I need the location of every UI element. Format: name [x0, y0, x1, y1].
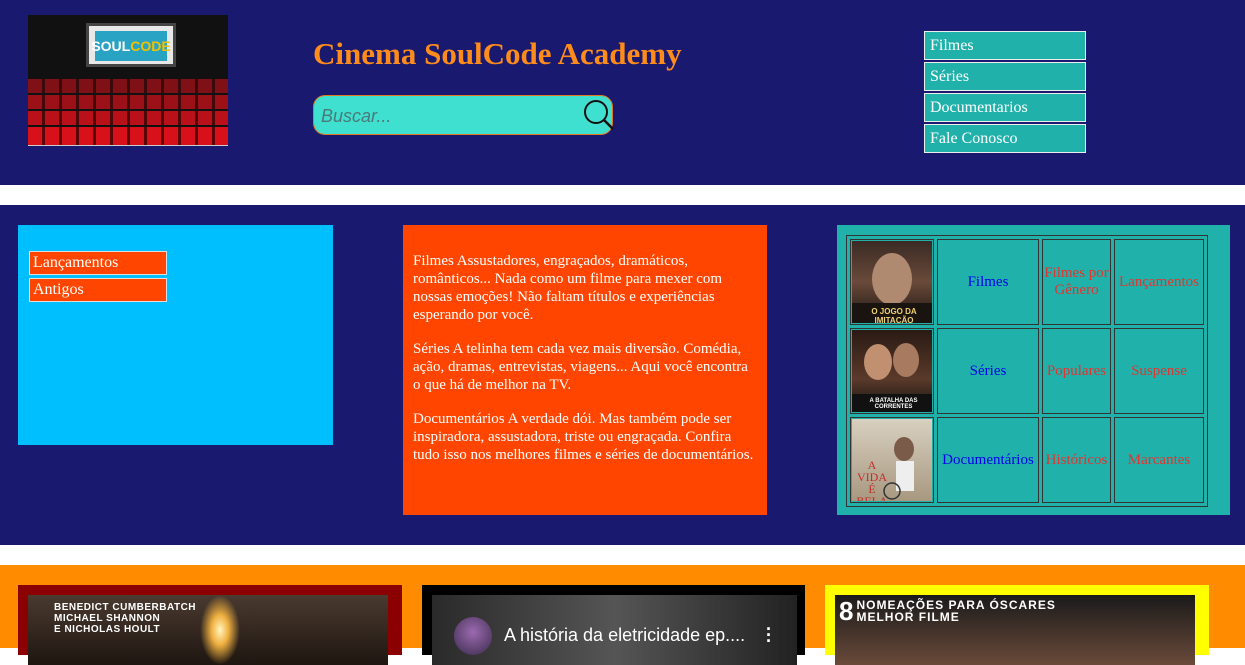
table-cell-category[interactable]: Filmes: [937, 239, 1039, 325]
search-input[interactable]: [319, 103, 573, 129]
nav-fale-conosco[interactable]: Fale Conosco: [924, 124, 1086, 153]
table-cell-subcategory[interactable]: Lançamentos: [1114, 239, 1204, 325]
table-cell-genre[interactable]: Filmes por Gênero: [1042, 239, 1111, 325]
table-cell-poster: A VIDA É BELA: [850, 417, 934, 503]
logo-text-code: CODE: [130, 38, 171, 54]
more-options-icon[interactable]: · · ·: [766, 620, 772, 650]
featured-section: BENEDICT CUMBERBATCH MICHAEL SHANNON E N…: [0, 565, 1245, 665]
logo-screen: SOUL CODE: [86, 23, 176, 67]
table-cell-poster: O JOGO DA IMITAÇÃO: [850, 239, 934, 325]
poster-title: O JOGO DA IMITAÇÃO: [871, 307, 917, 323]
table-cell-subcategory[interactable]: Suspense: [1114, 328, 1204, 414]
paragraph-series: Séries A telinha tem cada vez mais diver…: [413, 341, 748, 393]
nav-filmes[interactable]: Filmes: [924, 31, 1086, 60]
sidebar-links: Lançamentos Antigos: [29, 251, 167, 305]
paragraph-filmes: Filmes Assustadores, engraçados, dramáti…: [413, 253, 723, 323]
oscar-badge: 8 NOMEAÇÕES PARA ÓSCARES MELHOR FILME: [839, 596, 1056, 626]
featured-card-video: A história da eletricidade ep.... · · ·: [422, 585, 805, 665]
badge-text: NOMEAÇÕES PARA ÓSCARES MELHOR FILME: [856, 599, 1055, 623]
video-player[interactable]: A história da eletricidade ep.... · · ·: [432, 595, 797, 665]
poster-image[interactable]: O JOGO DA IMITAÇÃO: [852, 241, 932, 323]
featured-card-1: BENEDICT CUMBERBATCH MICHAEL SHANNON E N…: [18, 585, 402, 665]
nav-series[interactable]: Séries: [924, 62, 1086, 91]
table-cell-genre[interactable]: Populares: [1042, 328, 1111, 414]
sidebar-link-antigos[interactable]: Antigos: [29, 278, 167, 302]
description-box: Filmes Assustadores, engraçados, dramáti…: [403, 225, 767, 515]
table-row: O JOGO DA IMITAÇÃO Filmes Filmes por Gên…: [850, 239, 1204, 325]
header: SOULCODE Cinema SoulCode Academy Filmes …: [0, 0, 1245, 185]
page-title: Cinema SoulCode Academy: [313, 36, 682, 71]
seats-row: [28, 95, 228, 109]
channel-avatar[interactable]: [454, 617, 492, 655]
poster-image[interactable]: A VIDA É BELA: [852, 419, 932, 501]
video-title[interactable]: A história da eletricidade ep....: [504, 625, 745, 646]
poster-title: A BATALHA DAS CORRENTES: [869, 398, 918, 410]
movie-poster-image[interactable]: 8 NOMEAÇÕES PARA ÓSCARES MELHOR FILME: [835, 595, 1195, 665]
paragraph-documentarios: Documentários A verdade dói. Mas também …: [413, 411, 754, 463]
lightning-graphic: [200, 595, 240, 665]
poster-image[interactable]: A BATALHA DAS CORRENTES: [852, 330, 932, 412]
table-cell-poster: A BATALHA DAS CORRENTES: [850, 328, 934, 414]
movie-poster-image[interactable]: BENEDICT CUMBERBATCH MICHAEL SHANNON E N…: [28, 595, 388, 665]
logo-text-soul: SOUL: [91, 38, 131, 54]
table-row: A VIDA É BELA Documentários Históricos M…: [850, 417, 1204, 503]
seats-row: [28, 79, 228, 93]
search-icon[interactable]: [582, 98, 616, 132]
table-cell-subcategory[interactable]: Marcantes: [1114, 417, 1204, 503]
credit-line: MICHAEL SHANNON: [54, 613, 161, 624]
table-cell-category[interactable]: Documentários: [937, 417, 1039, 503]
seats-row: [28, 127, 228, 145]
badge-line: MELHOR FILME: [856, 610, 960, 624]
sidebar-link-lancamentos[interactable]: Lançamentos: [29, 251, 167, 275]
table-row: A BATALHA DAS CORRENTES Séries Populares…: [850, 328, 1204, 414]
credit-line: BENEDICT CUMBERBATCH: [54, 602, 197, 613]
main-section: Lançamentos Antigos Filmes Assustadores,…: [0, 205, 1245, 545]
logo-text: SOUL CODE: [91, 31, 171, 61]
table-cell-genre[interactable]: Históricos: [1042, 417, 1111, 503]
cinema-logo[interactable]: SOUL CODE: [28, 15, 228, 146]
category-table-box: O JOGO DA IMITAÇÃO Filmes Filmes por Gên…: [837, 225, 1230, 515]
poster-title: A VIDA É BELA: [856, 458, 888, 501]
featured-card-3: 8 NOMEAÇÕES PARA ÓSCARES MELHOR FILME: [825, 585, 1209, 665]
credit-line: E NICHOLAS HOULT: [54, 624, 161, 635]
sidebar: Lançamentos Antigos: [18, 225, 333, 445]
badge-number: 8: [839, 596, 854, 626]
poster-credits: BENEDICT CUMBERBATCH MICHAEL SHANNON E N…: [54, 602, 196, 635]
category-table: O JOGO DA IMITAÇÃO Filmes Filmes por Gên…: [846, 235, 1208, 507]
main-nav: Filmes Séries Documentarios Fale Conosco: [924, 31, 1086, 155]
nav-documentarios[interactable]: Documentarios: [924, 93, 1086, 122]
search-box: [313, 95, 616, 135]
seats-row: [28, 111, 228, 125]
table-cell-category[interactable]: Séries: [937, 328, 1039, 414]
